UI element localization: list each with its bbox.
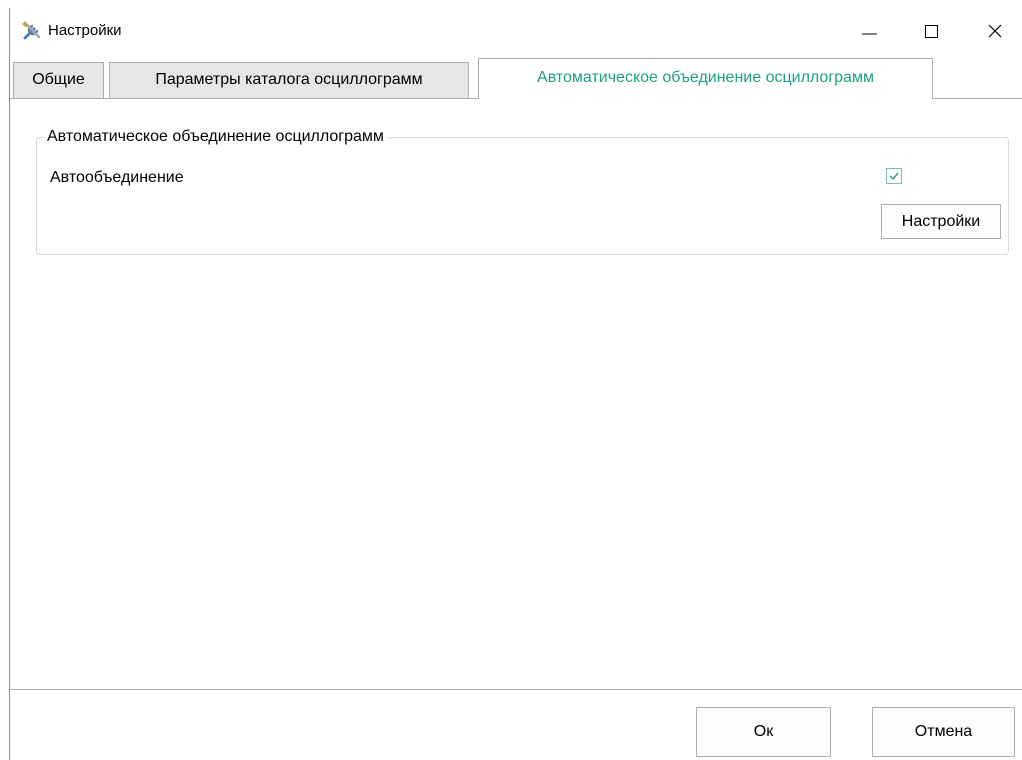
groupbox-title: Автоматическое объединение осциллограмм <box>43 128 388 146</box>
close-icon <box>988 24 1002 38</box>
settings-window: Настройки Общие Параметры каталога осцил… <box>9 8 1022 760</box>
tab-catalog-params[interactable]: Параметры каталога осциллограмм <box>109 62 469 98</box>
title-bar[interactable]: Настройки <box>10 8 1022 54</box>
tab-auto-merge[interactable]: Автоматическое объединение осциллограмм <box>478 58 933 99</box>
maximize-button[interactable] <box>909 8 955 54</box>
tools-icon <box>22 21 42 41</box>
minimize-button[interactable] <box>850 8 896 54</box>
ok-button[interactable]: Ок <box>696 707 831 757</box>
tab-strip: Общие Параметры каталога осциллограмм Ав… <box>10 56 1022 99</box>
auto-merge-groupbox <box>36 137 1009 255</box>
checkmark-icon <box>889 172 899 181</box>
autojoin-checkbox[interactable] <box>886 168 902 184</box>
tab-general[interactable]: Общие <box>13 62 104 98</box>
autojoin-settings-button[interactable]: Настройки <box>881 204 1001 239</box>
autojoin-label: Автообъединение <box>50 169 184 186</box>
close-button[interactable] <box>972 8 1018 54</box>
window-title: Настройки <box>48 22 122 39</box>
footer-divider <box>10 689 1022 690</box>
cancel-button[interactable]: Отмена <box>872 707 1015 757</box>
minimize-icon <box>862 33 877 35</box>
maximize-icon <box>925 25 938 38</box>
